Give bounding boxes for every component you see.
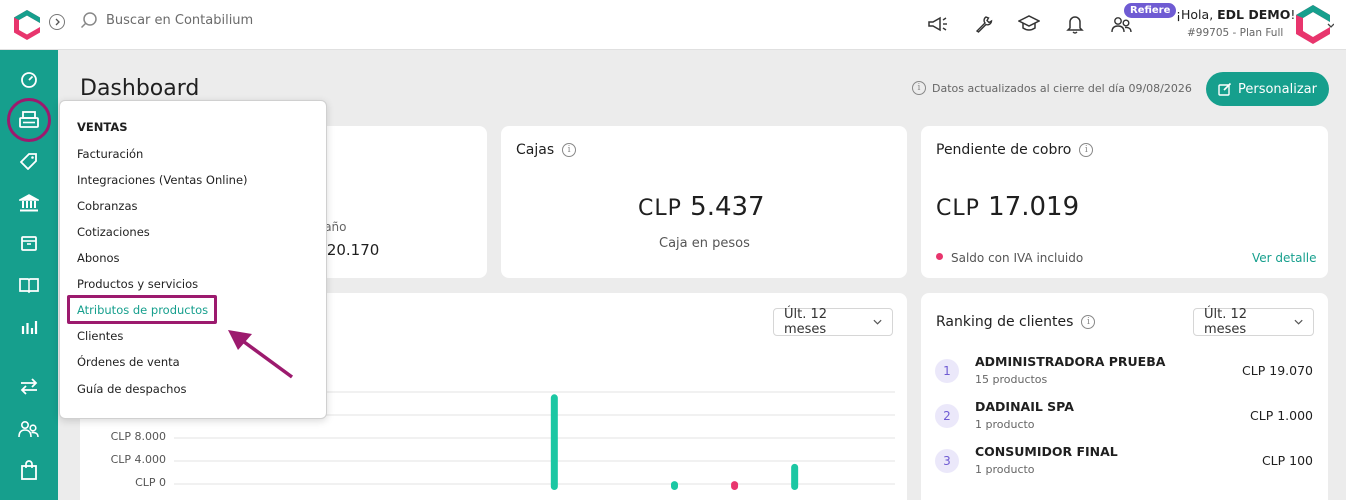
annotation-highlight-box [67,295,217,324]
search-input[interactable]: Buscar en Contabilium [106,13,253,28]
pending-note: Saldo con IVA incluido [951,251,1084,265]
chevron-down-icon [1294,319,1303,325]
menu-heading: VENTAS [77,120,128,134]
client-amount: CLP 19.070 [1242,363,1313,378]
chevron-down-icon [1327,23,1334,28]
top-bar: Buscar en Contabilium Refiere ¡Hola, EDL… [0,0,1346,50]
customize-button[interactable]: Personalizar [1206,72,1329,106]
menu-item-guia-despachos[interactable]: Guía de despachos [77,382,186,396]
chart-y-tick-label: CLP 4.000 [110,453,166,466]
megaphone-icon[interactable] [926,12,950,36]
client-detail: 15 productos [975,373,1048,386]
expand-sidebar-icon[interactable] [49,14,65,30]
chart-y-tick-label: CLP 0 [135,476,166,489]
info-icon[interactable]: i [1079,143,1094,157]
cajas-title-text: Cajas [516,142,555,158]
info-icon: i [912,81,926,95]
cajas-currency: CLP [638,196,682,221]
menu-item-clientes[interactable]: Clientes [77,329,123,343]
cajas-card: Cajas i CLP 5.437 Caja en pesos [501,126,907,278]
pending-amount: CLP 17.019 [936,192,1079,222]
greeting: ¡Hola, EDL DEMO! [1176,7,1295,22]
menu-item-cotizaciones[interactable]: Cotizaciones [77,225,150,239]
ranking-row[interactable]: 1 ADMINISTRADORA PRUEBA 15 productos CLP… [935,354,1313,394]
pending-currency: CLP [936,196,980,221]
rank-number: 2 [935,404,959,428]
contabilium-logo[interactable] [12,9,42,41]
cajas-amount: CLP 5.437 [638,192,765,222]
tag-icon[interactable] [17,149,41,173]
shopping-bag-icon[interactable] [17,458,41,482]
pending-collection-card: Pendiente de cobro i CLP 17.019 Saldo co… [921,126,1328,278]
refiere-badge[interactable]: Refiere [1124,3,1177,18]
inventory-box-icon[interactable] [17,231,41,255]
annotation-arrow-icon [228,330,294,379]
cajas-title: Cajas i [516,142,577,158]
menu-item-facturacion[interactable]: Facturación [77,147,143,161]
ranking-row[interactable]: 3 CONSUMIDOR FINAL 1 producto CLP 100 [935,444,1313,484]
rank-number: 3 [935,449,959,473]
ranking-period-select[interactable]: Últ. 12 meses [1193,307,1314,337]
menu-item-productos-servicios[interactable]: Productos y servicios [77,277,198,291]
status-dot [936,253,943,260]
chart-bar[interactable] [731,481,739,490]
search-icon [80,12,97,29]
reports-chart-icon[interactable] [17,315,41,339]
pending-title-text: Pendiente de cobro [936,142,1072,158]
see-detail-link[interactable]: Ver detalle [1252,251,1317,265]
chart-bar[interactable] [550,394,558,490]
chart-y-tick-label: CLP 8.000 [110,430,166,443]
customize-label: Personalizar [1237,81,1317,97]
client-name: CONSUMIDOR FINAL [975,444,1118,459]
data-updated-note: i Datos actualizados al cierre del día 0… [912,81,1192,95]
users-icon[interactable] [17,417,41,441]
sales-register-icon[interactable] [7,98,51,142]
client-amount: CLP 1.000 [1250,408,1313,423]
ranking-period-value: Últ. 12 meses [1204,307,1248,337]
pending-title: Pendiente de cobro i [936,142,1094,158]
graduation-cap-icon[interactable] [1017,12,1041,36]
ranking-title: Ranking de clientes i [936,314,1096,330]
greeting-prefix: ¡Hola, [1176,7,1218,22]
sidebar [0,50,58,500]
dashboard-gauge-icon[interactable] [17,67,41,91]
chart-bar[interactable] [791,463,799,490]
client-name: DADINAIL SPA [975,399,1074,414]
cajas-subtitle: Caja en pesos [659,236,750,251]
client-detail: 1 producto [975,463,1035,476]
data-updated-text: Datos actualizados al cierre del día 09/… [932,81,1192,95]
wrench-icon[interactable] [972,12,996,36]
info-icon[interactable]: i [562,143,577,157]
ranking-row[interactable]: 2 DADINAIL SPA 1 producto CLP 1.000 [935,399,1313,439]
bank-icon[interactable] [17,191,41,215]
ranking-title-text: Ranking de clientes [936,314,1074,330]
user-name: EDL DEMO [1217,7,1291,22]
bell-icon[interactable] [1063,12,1087,36]
info-icon[interactable]: i [1081,315,1096,329]
transfer-arrows-icon[interactable] [17,374,41,398]
page-title: Dashboard [80,76,200,101]
client-ranking-card: Ranking de clientes i Últ. 12 meses 1 AD… [921,293,1328,500]
menu-item-cobranzas[interactable]: Cobranzas [77,199,138,213]
pending-value: 17.019 [988,192,1080,222]
menu-item-integraciones[interactable]: Integraciones (Ventas Online) [77,173,248,187]
cajas-value: 5.437 [690,192,765,222]
client-amount: CLP 100 [1261,453,1313,468]
account-menu-logo[interactable] [1294,4,1334,46]
chart-bar[interactable] [670,481,678,490]
menu-item-ordenes-venta[interactable]: Órdenes de venta [77,355,180,369]
menu-item-abonos[interactable]: Abonos [77,251,120,265]
book-icon[interactable] [17,273,41,297]
account-plan: #99705 - Plan Full [1187,27,1284,39]
search-bar[interactable]: Buscar en Contabilium [80,11,253,29]
rank-number: 1 [935,359,959,383]
client-detail: 1 producto [975,418,1035,431]
edit-icon [1218,82,1232,96]
client-name: ADMINISTRADORA PRUEBA [975,354,1166,369]
